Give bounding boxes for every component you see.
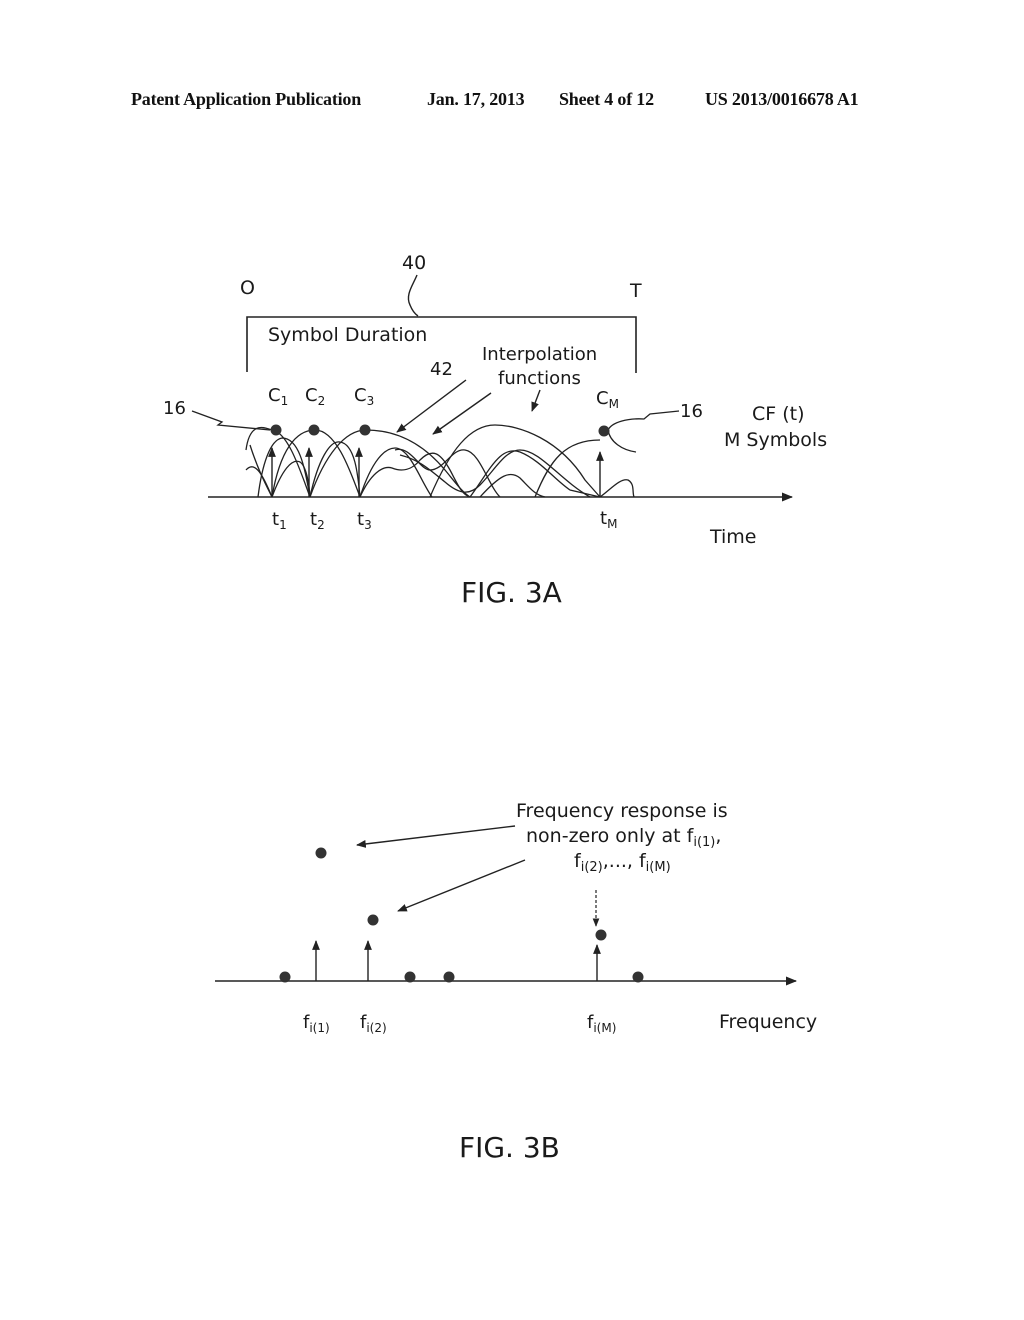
symbol-dot-2: [308, 424, 320, 436]
bracket-ref-leader: [407, 274, 419, 317]
fig-3b: Frequency response is non-zero only at f…: [215, 800, 817, 1164]
patent-figures: O T 40 Symbol Duration Interpolation fun…: [163, 252, 827, 1164]
ref-16-left-leader: [191, 410, 271, 431]
interpolation-curves: [245, 424, 635, 498]
interp-label-line1: Interpolation: [482, 344, 597, 365]
signal-label-line1: CF (t): [752, 403, 805, 425]
symbol-dot-1: [270, 424, 282, 436]
annotation-line1: Frequency response is: [516, 800, 728, 822]
symbol-duration-label: Symbol Duration: [268, 324, 427, 346]
annotation-arrow-2: [397, 859, 526, 912]
symbol-dot-m: [598, 425, 610, 437]
time-label-1: t1: [272, 509, 287, 532]
time-axis-label: Time: [709, 526, 757, 548]
origin-label: O: [240, 277, 255, 299]
ref-16-right-leader: [607, 410, 680, 453]
symbol-dot-3: [359, 424, 371, 436]
coef-label-3: C3: [354, 385, 374, 408]
time-label-m: tM: [600, 508, 617, 531]
freq-dot-zero-3: [443, 971, 455, 983]
ref-42: 42: [430, 359, 453, 380]
interp-label-line2: functions: [498, 368, 581, 389]
ref-16-right: 16: [680, 401, 703, 422]
freq-dot-m: [595, 929, 607, 941]
coef-label-1: C1: [268, 385, 288, 408]
time-label-3: t3: [357, 509, 372, 532]
fig-3a: O T 40 Symbol Duration Interpolation fun…: [163, 252, 827, 609]
annotation-line3: fi(2),..., fi(M): [574, 850, 671, 875]
signal-label-line2: M Symbols: [724, 429, 827, 451]
time-label-2: t2: [310, 509, 325, 532]
freq-dot-zero-4: [632, 971, 644, 983]
freq-label-1: fi(1): [303, 1012, 330, 1035]
ref-16-left: 16: [163, 398, 186, 419]
freq-dot-zero-2: [404, 971, 416, 983]
freq-dot-high: [315, 847, 327, 859]
annotation-arrow-1: [356, 825, 516, 848]
freq-dot-zero-1: [279, 971, 291, 983]
coef-label-m: CM: [596, 388, 619, 411]
fig-3a-caption: FIG. 3A: [461, 576, 562, 609]
bracket-ref-40: 40: [402, 252, 426, 274]
end-label: T: [629, 280, 642, 302]
pointer-arrow-1: [396, 379, 467, 433]
freq-dot-mid: [367, 914, 379, 926]
freq-label-2: fi(2): [360, 1012, 387, 1035]
coef-label-2: C2: [305, 385, 325, 408]
annotation-line2: non-zero only at fi(1),: [526, 825, 721, 850]
freq-label-m: fi(M): [587, 1012, 616, 1035]
pointer-arrow-3: [531, 389, 541, 412]
frequency-axis-label: Frequency: [719, 1011, 817, 1033]
fig-3b-caption: FIG. 3B: [459, 1131, 560, 1164]
